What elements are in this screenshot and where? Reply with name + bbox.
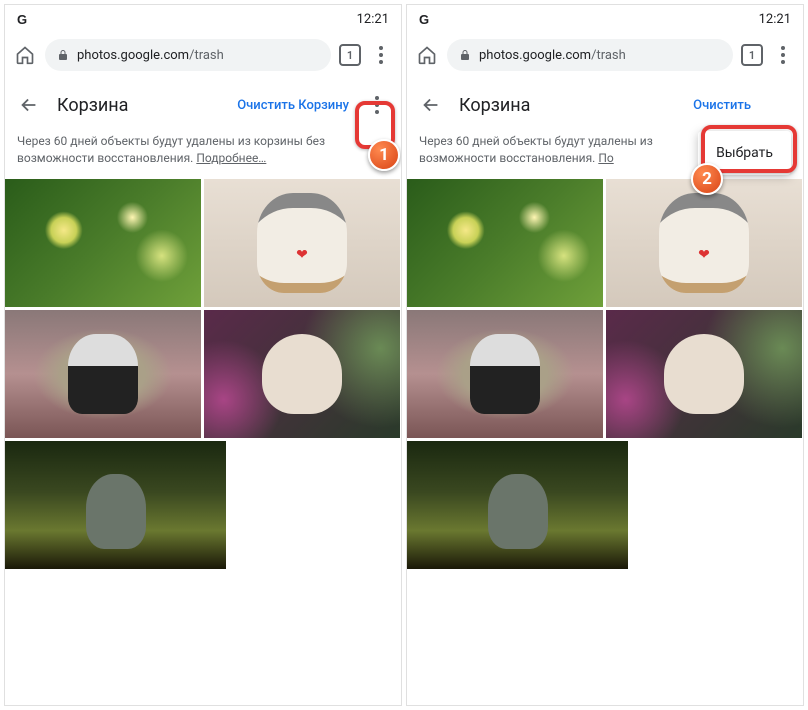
clock: 12:21 <box>357 12 389 27</box>
photo-thumb[interactable] <box>407 179 603 307</box>
photo-thumb[interactable] <box>5 310 201 438</box>
photo-thumb[interactable] <box>204 179 400 307</box>
photo-thumb[interactable] <box>204 310 400 438</box>
learn-more-link[interactable]: По <box>598 151 613 165</box>
clock: 12:21 <box>759 12 791 27</box>
step2-badge: 2 <box>691 163 723 195</box>
url-bar[interactable]: photos.google.com/trash <box>447 39 733 71</box>
back-icon[interactable] <box>419 93 443 117</box>
photo-thumb[interactable] <box>5 441 226 569</box>
url-bar[interactable]: photos.google.com/trash <box>45 39 331 71</box>
photo-thumb[interactable] <box>5 179 201 307</box>
lock-icon <box>459 48 471 62</box>
photo-thumb[interactable] <box>407 441 628 569</box>
learn-more-link[interactable]: Подробнее… <box>196 151 266 165</box>
step1-badge: 1 <box>368 139 400 171</box>
tab-count[interactable]: 1 <box>741 44 763 66</box>
page-title: Корзина <box>57 95 221 116</box>
photo-grid <box>5 179 401 569</box>
browser-toolbar: photos.google.com/trash 1 <box>407 33 803 77</box>
browser-toolbar: photos.google.com/trash 1 <box>5 33 401 77</box>
clear-trash-link[interactable]: Очистить <box>693 98 751 113</box>
chrome-menu-icon[interactable] <box>771 46 795 64</box>
photo-thumb[interactable] <box>606 179 802 307</box>
notice-text: Через 60 дней объекты будут удалены из к… <box>5 133 401 179</box>
photo-thumb[interactable] <box>407 310 603 438</box>
tab-count[interactable]: 1 <box>339 44 361 66</box>
home-icon[interactable] <box>13 43 37 67</box>
page-title: Корзина <box>459 95 677 116</box>
back-icon[interactable] <box>17 93 41 117</box>
app-toolbar: Корзина Очистить Корзину <box>5 77 401 133</box>
home-icon[interactable] <box>415 43 439 67</box>
clear-trash-link[interactable]: Очистить Корзину <box>237 98 349 113</box>
status-bar: G 12:21 <box>407 5 803 33</box>
photo-thumb[interactable] <box>606 310 802 438</box>
google-logo: G <box>419 12 429 27</box>
photo-grid <box>407 179 803 569</box>
url-text: photos.google.com/trash <box>77 48 224 63</box>
status-bar: G 12:21 <box>5 5 401 33</box>
google-logo: G <box>17 12 27 27</box>
screen-left: G 12:21 photos.google.com/trash 1 Корзин… <box>4 4 402 706</box>
chrome-menu-icon[interactable] <box>369 46 393 64</box>
url-text: photos.google.com/trash <box>479 48 626 63</box>
screen-right: G 12:21 photos.google.com/trash 1 Корзин… <box>406 4 804 706</box>
lock-icon <box>57 48 69 62</box>
